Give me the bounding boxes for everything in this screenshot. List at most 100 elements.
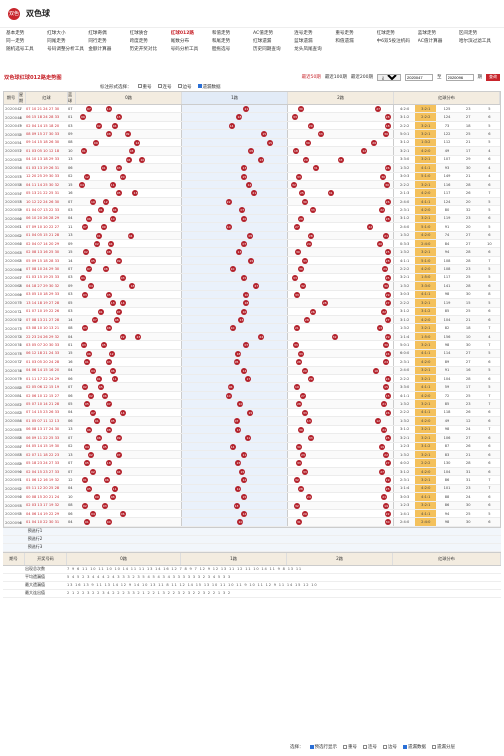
ball-mark: 08 [102,266,109,273]
footer-option[interactable]: 遗漏分层 [432,744,455,750]
red-numbers-cell: 07 08 10 24 29 30 [26,267,60,272]
zone-cell: 02 08 [76,248,182,256]
prediction-row[interactable]: 预选行1 [3,527,501,536]
table-row: 2020050 2 08 09 15 27 30 33 09 08 09 15 30 33 5:0… [4,130,500,139]
footer-option[interactable]: 重号 [343,744,357,750]
checkbox-icon[interactable] [363,744,367,749]
option-checkbox[interactable]: 连号 [157,84,172,90]
nav-link[interactable]: AC值走势 [253,30,292,36]
nav-link[interactable]: 红球大小 [47,30,86,36]
checkbox-icon[interactable] [177,84,182,88]
footer-options: 选择： 预选行显示 重号 连号 边号 遗漏数据 遗漏分层 [0,740,504,754]
recent-200-link[interactable]: 最近200期 [351,74,373,80]
option-checkbox[interactable]: 遗漏数据 [197,84,221,90]
nav-link[interactable]: 号码调整分析工具 [47,46,86,52]
ball-mark: 08 [105,131,112,138]
blue-number-cell: 04 [68,216,73,221]
table-row: 2020048 4 06 15 18 24 28 33 01 06 15 18 28 33 3:1… [4,113,500,122]
checkbox-icon[interactable] [432,744,436,749]
nav-link[interactable]: 尾数分布 [171,38,210,44]
ball-mark: 02 [95,122,102,129]
footer-option[interactable]: 连号 [363,744,377,750]
zone-cell: 21 [182,105,288,113]
week-cell: 4 [19,190,22,196]
nav-link[interactable]: 同行走势 [88,38,127,44]
ball-mark: 33 [301,257,308,264]
nav-link[interactable]: 连号走势 [294,30,333,36]
week-cell: 7 [19,123,22,129]
distribution-cells: 1:4:1 4:1:1 94 25 5 [394,510,500,518]
nav-link[interactable]: 跨度走势 [130,38,169,44]
query-button[interactable]: 查询 [486,73,500,81]
nav-link[interactable]: 区间走势 [459,30,498,36]
blue-number-cell: 14 [68,258,73,263]
zone-cell: 19 30 [288,442,394,450]
distribution-value: 3:2:1 [415,366,437,374]
nav-link[interactable]: 红球走势 [377,30,416,36]
ball-mark: 07 [115,308,122,315]
footer-option[interactable]: 边号 [383,744,397,750]
ball-mark: 13 [235,426,242,433]
distribution-value: 5 [488,267,491,272]
nav-link[interactable]: 中6双5投注机码 [377,38,416,44]
nav-link[interactable]: 历史开奖对比 [130,46,169,52]
nav-link[interactable]: 红球奇偶 [88,30,127,36]
red-numbers-cell: 00 08 15 20 21 24 [26,494,60,499]
lottery-logo[interactable]: 双色 [8,7,20,20]
checkbox-icon[interactable] [137,84,142,88]
footer-option[interactable]: 遗漏数据 [403,744,426,750]
ball-mark: 04 [87,283,94,290]
prediction-row[interactable]: 预选行2 [3,535,501,544]
nav-link[interactable]: 红球质合 [130,30,169,36]
checkbox-icon[interactable] [157,84,162,88]
nav-link[interactable]: 和值走势 [212,30,251,36]
checkbox-icon[interactable] [309,744,314,749]
recent-50-link[interactable]: 最近50期 [302,74,321,80]
nav-link[interactable]: 和尾走势 [212,38,251,44]
nav-link[interactable]: 基本走势 [6,30,45,36]
nav-link[interactable]: 和值遗漏 [335,38,374,44]
distribution-value: 28 [465,461,471,466]
option-checkbox[interactable]: 重号 [137,84,152,90]
footer-option[interactable]: 预选行显示 [309,744,337,750]
nav-link[interactable]: 号码分析工具 [171,46,210,52]
nav-link[interactable]: 随机选号工具 [6,46,45,52]
week-cell: 7 [19,325,22,331]
nav-link[interactable]: AC值计算器 [418,38,457,44]
from-issue-input[interactable] [405,73,433,81]
nav-link[interactable]: 龙头凤尾查询 [294,46,333,52]
nav-link[interactable]: 同尾走势 [47,38,86,44]
nav-link[interactable]: 金额计算器 [88,46,127,52]
nav-link[interactable]: 红球遗漏 [253,38,292,44]
checkbox-icon[interactable] [197,84,202,88]
nav-link[interactable]: 历史同期查询 [253,46,292,52]
distribution-value: 23 [465,216,471,221]
recent-100-link[interactable]: 最近100期 [325,74,347,80]
blue-number-cell: 06 [68,418,73,423]
checkbox-icon[interactable] [403,744,407,749]
to-issue-input[interactable] [445,73,474,81]
ball-mark: 15 [384,392,391,399]
distribution-value: 6 [488,309,491,314]
zone-cell: 14 [182,510,288,518]
nav-link[interactable]: 胆拖选号 [212,46,251,52]
period-select[interactable]: 选择 [377,73,401,81]
distribution-value: 28 [465,250,471,255]
checkbox-icon[interactable] [343,744,347,749]
option-checkbox[interactable]: 边号 [177,84,192,90]
issue-cell: 2020075 [5,342,22,348]
checkbox-icon[interactable] [383,744,387,749]
nav-link[interactable]: 哈尔滨过滤工具 [459,38,498,44]
nav-link[interactable]: 重号走势 [335,30,374,36]
nav-link[interactable]: 红球012路 [171,30,210,36]
table-row: 2020096 4 01 04 10 22 30 31 04 01 04 10 30 31 2:4… [4,518,500,527]
site-header: 双色 双色球 [0,0,504,28]
nav-link[interactable]: 蓝球遗漏 [294,38,333,44]
zone-cell: 15 [182,130,288,138]
nav-link[interactable]: 同—走势 [6,38,45,44]
nav-link[interactable]: 蓝球走势 [418,30,457,36]
ball-mark: 05 [100,342,107,349]
distribution-cells: 4:0:2 2:2:2 130 28 6 [394,459,500,467]
distribution-value: 122 [443,132,451,137]
prediction-row[interactable]: 预选行3 [3,543,501,552]
